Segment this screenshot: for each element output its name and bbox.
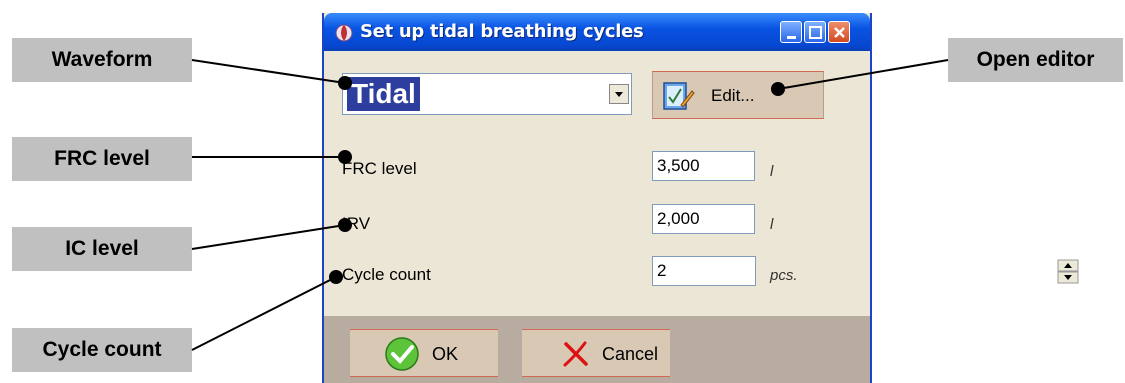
leader-line-waveform [191, 59, 346, 84]
leader-dot-frc-level [338, 150, 352, 164]
leader-line-ic-level [191, 224, 346, 250]
callout-leaders [191, 59, 949, 351]
leader-line-open-editor [777, 59, 949, 90]
leader-dot-ic-level [338, 218, 352, 232]
leader-dot-cycle-count [329, 270, 343, 284]
leader-dot-open-editor [771, 82, 785, 96]
leader-dot-waveform [338, 76, 352, 90]
leader-line-cycle-count [191, 276, 337, 351]
